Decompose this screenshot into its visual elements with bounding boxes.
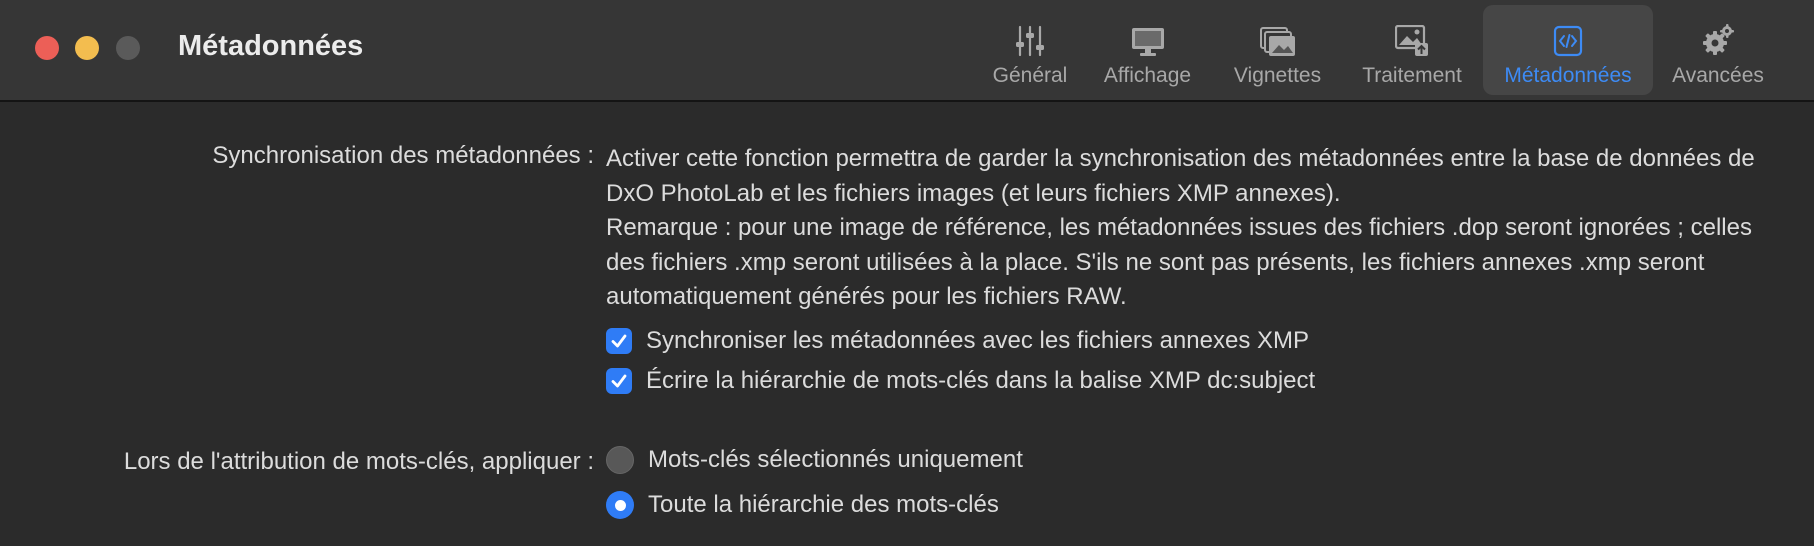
metadata-code-icon <box>1553 5 1583 61</box>
close-window-button[interactable] <box>35 36 59 60</box>
radio-dot <box>614 499 626 511</box>
window-title: Métadonnées <box>178 30 364 62</box>
tab-metadonnees[interactable]: Métadonnées <box>1483 5 1653 95</box>
sync-note-text: Remarque : pour une image de référence, … <box>606 214 1752 310</box>
checkmark-icon <box>611 374 627 388</box>
monitor-icon <box>1131 5 1165 61</box>
keywords-selected-only-radio[interactable] <box>606 446 634 474</box>
sync-description: Activer cette fonction permettra de gard… <box>606 142 1786 315</box>
export-image-icon <box>1395 5 1429 61</box>
hierarchy-checkbox[interactable] <box>606 368 632 394</box>
title-bar: Métadonnées Général Affichage Vignettes … <box>0 0 1814 102</box>
keywords-full-hierarchy-radio[interactable] <box>606 491 634 519</box>
sync-xmp-checkbox[interactable] <box>606 328 632 354</box>
hierarchy-option[interactable]: Écrire la hiérarchie de mots-clés dans l… <box>606 367 1315 395</box>
sync-section-label: Synchronisation des métadonnées : <box>212 142 594 169</box>
tab-traitement[interactable]: Traitement <box>1352 5 1472 95</box>
keywords-full-hierarchy-option[interactable]: Toute la hiérarchie des mots-clés <box>606 491 999 519</box>
preferences-window: Métadonnées Général Affichage Vignettes … <box>0 0 1814 546</box>
tab-avancees[interactable]: Avancées <box>1663 5 1773 95</box>
hierarchy-label: Écrire la hiérarchie de mots-clés dans l… <box>646 367 1316 394</box>
tab-affichage-label: Affichage <box>1103 64 1192 87</box>
sliders-icon <box>1015 5 1045 61</box>
tab-avancees-label: Avancées <box>1672 64 1764 87</box>
checkmark-icon <box>611 334 627 348</box>
sync-xmp-option[interactable]: Synchroniser les métadonnées avec les fi… <box>606 327 1309 355</box>
tab-general[interactable]: Général <box>980 5 1080 95</box>
keywords-selected-only-option[interactable]: Mots-clés sélectionnés uniquement <box>606 446 1023 474</box>
keywords-full-hierarchy-label: Toute la hiérarchie des mots-clés <box>648 491 999 518</box>
sync-description-text: Activer cette fonction permettra de gard… <box>606 145 1755 207</box>
tab-general-label: Général <box>992 64 1068 87</box>
keywords-section-label: Lors de l'attribution de mots-clés, appl… <box>123 448 594 475</box>
thumbnails-icon <box>1259 5 1296 61</box>
sync-xmp-label: Synchroniser les métadonnées avec les fi… <box>646 327 1309 354</box>
tab-affichage[interactable]: Affichage <box>1090 5 1205 95</box>
tab-vignettes[interactable]: Vignettes <box>1220 5 1335 95</box>
tab-vignettes-label: Vignettes <box>1233 64 1322 87</box>
zoom-window-button[interactable] <box>116 36 140 60</box>
tab-metadonnees-label: Métadonnées <box>1504 64 1632 87</box>
gears-icon <box>1701 5 1735 61</box>
minimize-window-button[interactable] <box>75 36 99 60</box>
tab-traitement-label: Traitement <box>1362 64 1462 87</box>
keywords-selected-only-label: Mots-clés sélectionnés uniquement <box>648 446 1023 473</box>
